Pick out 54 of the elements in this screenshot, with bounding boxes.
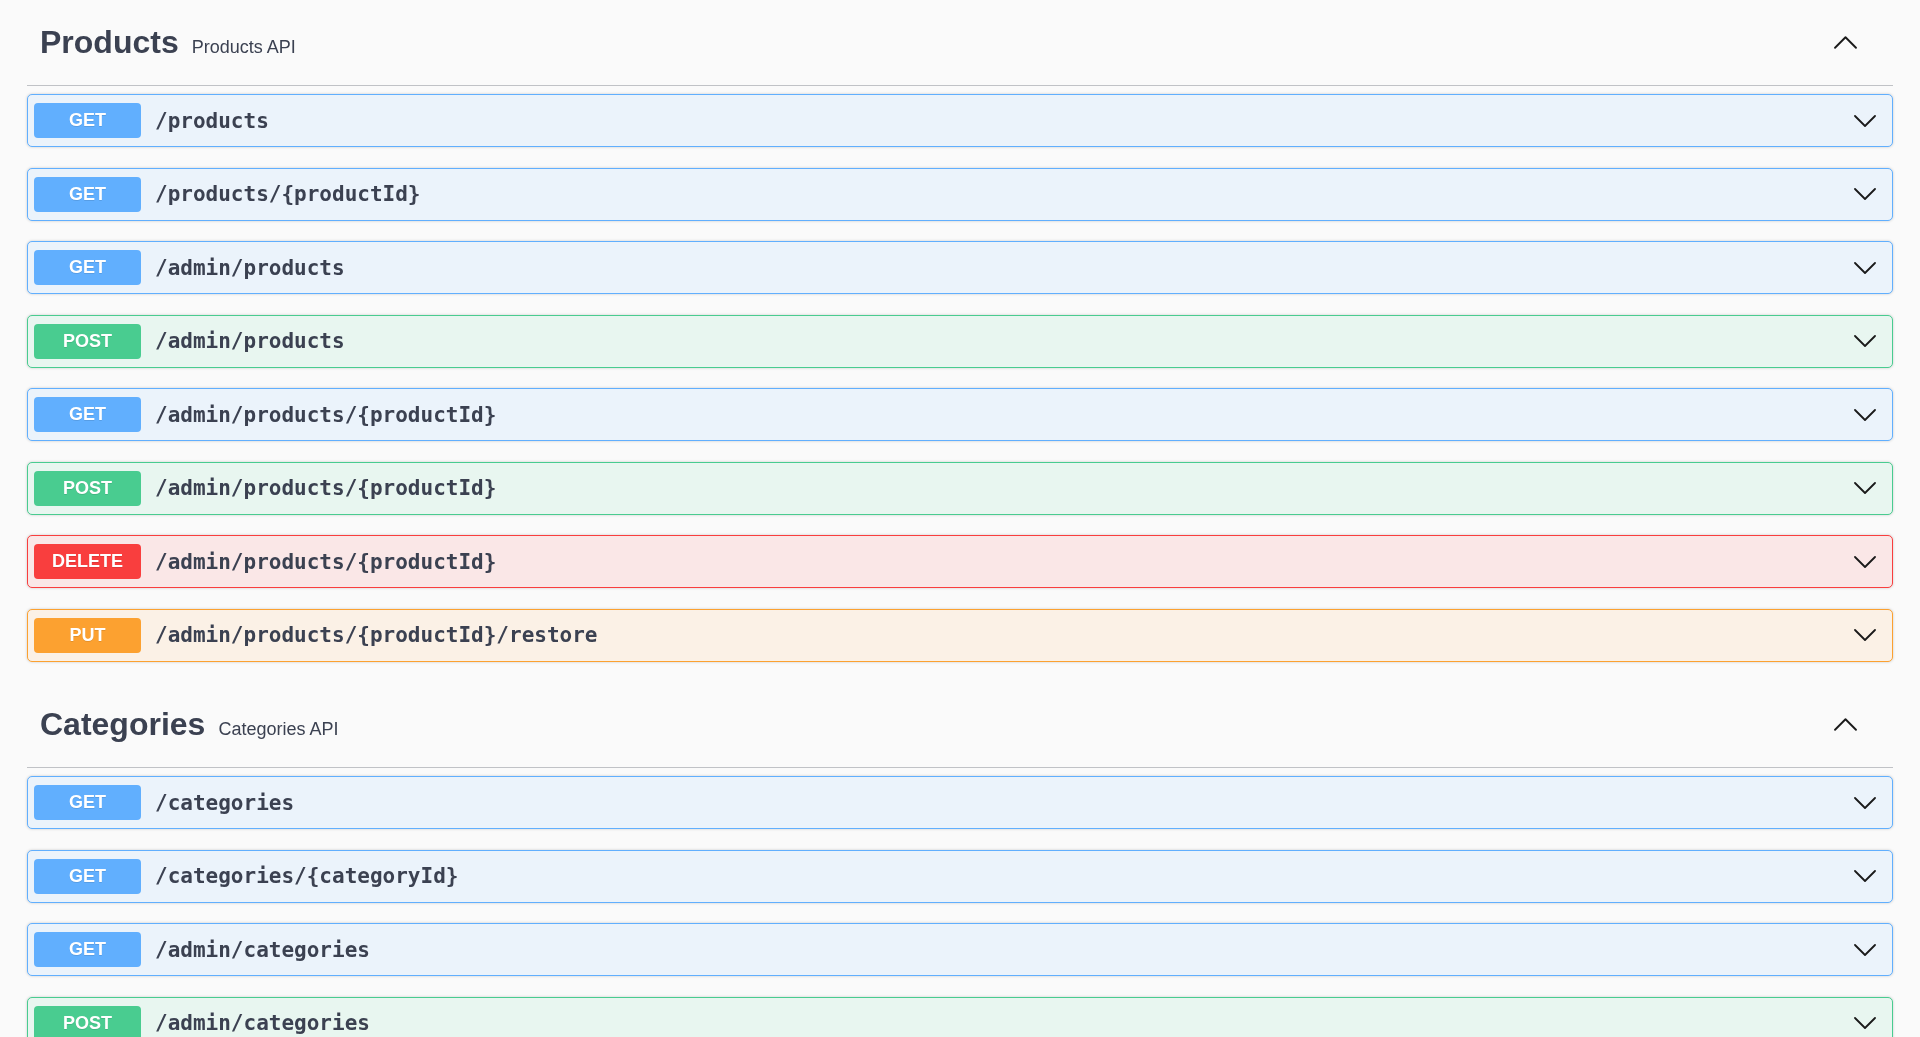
endpoint-row[interactable]: GET /admin/products/{productId} — [27, 388, 1893, 441]
endpoint-row[interactable]: GET /products — [27, 94, 1893, 147]
endpoint-row[interactable]: POST /admin/products — [27, 314, 1893, 368]
chevron-down-icon[interactable] — [1854, 335, 1876, 347]
section-title[interactable]: Products — [40, 24, 179, 61]
endpoint-path: /products/{productId} — [155, 182, 421, 206]
endpoint-row[interactable]: GET /admin/products — [27, 241, 1893, 294]
chevron-down-icon[interactable] — [1854, 261, 1876, 274]
endpoint-row[interactable]: GET /products/{productId} — [27, 167, 1893, 221]
endpoint-path: /categories — [155, 790, 295, 815]
method-badge: GET — [34, 176, 141, 212]
endpoint-path: /admin/products/{productId} — [155, 549, 497, 574]
method-badge: POST — [34, 1005, 141, 1037]
method-badge: GET — [34, 932, 141, 967]
endpoint-row[interactable]: GET /categories/{categoryId} — [27, 849, 1893, 903]
method-badge: GET — [34, 397, 141, 432]
method-badge: GET — [34, 103, 141, 138]
endpoint-row[interactable]: POST /admin/categories — [27, 996, 1893, 1037]
chevron-up-icon[interactable] — [1834, 718, 1857, 731]
endpoint-path: /admin/products — [155, 329, 345, 353]
endpoint-path: /admin/products/{productId} — [155, 402, 497, 427]
endpoint-row[interactable]: PUT /admin/products/{productId}/restore — [27, 608, 1893, 662]
chevron-down-icon[interactable] — [1854, 188, 1876, 200]
chevron-up-icon[interactable] — [1834, 36, 1857, 49]
chevron-down-icon[interactable] — [1854, 870, 1876, 882]
chevron-down-icon[interactable] — [1854, 482, 1876, 494]
method-badge: GET — [34, 858, 141, 894]
endpoint-row[interactable]: GET /admin/categories — [27, 923, 1893, 976]
endpoint-path: /admin/categories — [155, 937, 370, 962]
endpoint-path: /admin/products/{productId} — [155, 476, 497, 500]
section-title[interactable]: Categories — [40, 706, 206, 743]
chevron-down-icon[interactable] — [1854, 1017, 1876, 1029]
endpoint-path: /admin/categories — [155, 1011, 370, 1035]
method-badge: GET — [34, 785, 141, 820]
endpoint-path: /products — [155, 108, 269, 133]
chevron-down-icon[interactable] — [1854, 555, 1876, 568]
endpoint-row[interactable]: DELETE /admin/products/{productId} — [27, 535, 1893, 588]
method-badge: GET — [34, 250, 141, 285]
section-description: Products API — [191, 37, 296, 58]
chevron-down-icon[interactable] — [1854, 629, 1876, 641]
chevron-down-icon[interactable] — [1854, 114, 1876, 127]
endpoint-path: /categories/{categoryId} — [155, 864, 459, 888]
endpoint-row[interactable]: POST /admin/products/{productId} — [27, 461, 1893, 515]
chevron-down-icon[interactable] — [1854, 943, 1876, 956]
endpoint-path: /admin/products/{productId}/restore — [155, 623, 598, 647]
section-description: Categories API — [218, 719, 339, 740]
method-badge: POST — [34, 323, 141, 359]
method-badge: PUT — [34, 617, 141, 653]
endpoint-path: /admin/products — [155, 255, 345, 280]
method-badge: POST — [34, 470, 141, 506]
chevron-down-icon[interactable] — [1854, 408, 1876, 421]
chevron-down-icon[interactable] — [1854, 796, 1876, 809]
endpoint-row[interactable]: GET /categories — [27, 776, 1893, 829]
method-badge: DELETE — [34, 544, 141, 579]
